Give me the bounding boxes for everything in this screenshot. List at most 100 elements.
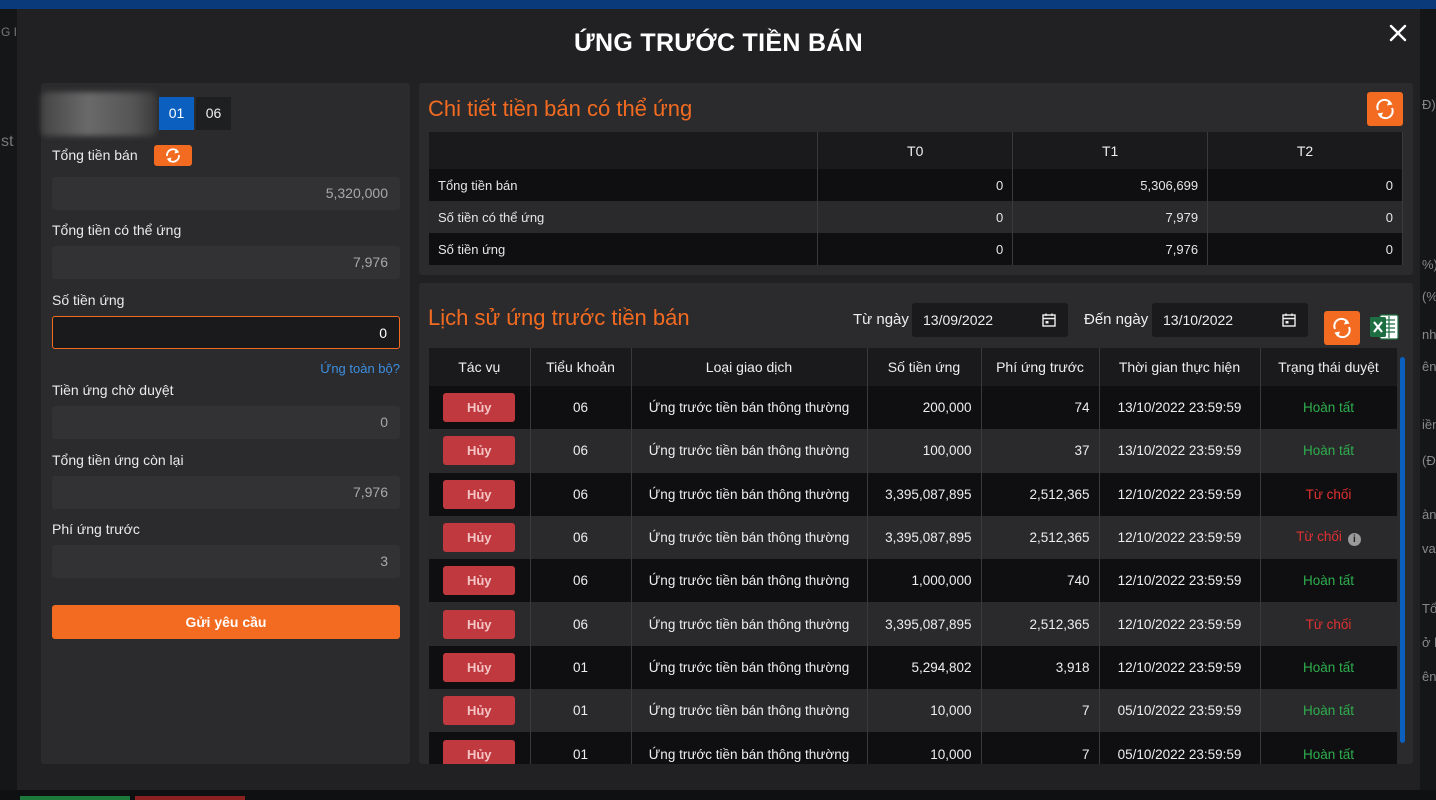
account-cell: 06 xyxy=(530,429,632,473)
cell-t1: 5,306,699 xyxy=(1012,169,1209,201)
status-cell: Hoàn tất xyxy=(1260,732,1397,764)
pending-field: 0 xyxy=(52,406,400,439)
cell-t1: 7,976 xyxy=(1012,233,1209,265)
excel-export-icon[interactable] xyxy=(1369,312,1399,342)
detail-refresh-button[interactable] xyxy=(1367,92,1403,126)
account-name-blurred xyxy=(41,92,157,136)
from-date-input[interactable]: 13/09/2022 xyxy=(912,303,1068,337)
cell-t2: 0 xyxy=(1207,233,1403,265)
time-cell: 05/10/2022 23:59:59 xyxy=(1099,732,1261,764)
remaining-label: Tổng tiền ứng còn lại xyxy=(52,452,184,468)
background-text: (Đ xyxy=(1422,453,1436,468)
amount-cell: 5,294,802 xyxy=(867,645,982,690)
type-cell: Ứng trước tiền bán thông thường xyxy=(631,559,868,603)
time-cell: 13/10/2022 23:59:59 xyxy=(1099,429,1261,473)
account-cell: 06 xyxy=(530,515,632,560)
background-text: st xyxy=(1,133,14,150)
cell-t0: 0 xyxy=(817,233,1014,265)
account-cell: 06 xyxy=(530,472,632,516)
cancel-button[interactable]: Hủy xyxy=(443,566,516,596)
table-row: Hủy 06 Ứng trước tiền bán thông thường 100,… xyxy=(429,429,1397,473)
cancel-button[interactable]: Hủy xyxy=(443,652,516,682)
close-icon[interactable] xyxy=(1386,21,1410,45)
table-row: Tổng tiền bán 0 5,306,699 0 xyxy=(429,169,1403,201)
account-tab-06[interactable]: 06 xyxy=(196,97,231,130)
action-cell: Hủy xyxy=(429,386,531,430)
background-text: ên xyxy=(1422,359,1436,374)
to-date-input[interactable]: 13/10/2022 xyxy=(1152,303,1308,337)
type-cell: Ứng trước tiền bán thông thường xyxy=(631,386,868,430)
refresh-icon xyxy=(1333,317,1351,339)
action-cell: Hủy xyxy=(429,645,531,690)
background-text: ên xyxy=(1422,669,1436,684)
type-cell: Ứng trước tiền bán thông thường xyxy=(631,472,868,516)
account-cell: 06 xyxy=(530,559,632,603)
history-table-scroll[interactable]: Tác vụ Tiểu khoản Loại giao dịch Số tiền… xyxy=(429,348,1397,764)
amount-cell: 1,000,000 xyxy=(867,559,982,603)
advance-available-label: Tổng tiền có thể ứng xyxy=(52,222,182,238)
type-cell: Ứng trước tiền bán thông thường xyxy=(631,689,868,733)
account-cell: 06 xyxy=(530,386,632,430)
cancel-button[interactable]: Hủy xyxy=(443,523,516,553)
status-cell: Hoàn tất xyxy=(1260,386,1397,430)
cancel-button[interactable]: Hủy xyxy=(443,393,516,423)
status-badge: Hoàn tất xyxy=(1302,573,1355,589)
amount-cell: 10,000 xyxy=(867,689,982,733)
action-cell: Hủy xyxy=(429,732,531,764)
to-date-label: Đến ngày xyxy=(1084,311,1149,328)
refresh-icon[interactable] xyxy=(154,145,192,166)
background-text: Đ) xyxy=(1422,97,1436,112)
status-cell: Từ chối xyxy=(1260,472,1397,516)
history-refresh-button[interactable] xyxy=(1324,311,1360,345)
table-row: Hủy 01 Ứng trước tiền bán thông thường 10,0… xyxy=(429,689,1397,733)
background-left-edge: G I st xyxy=(0,9,17,800)
action-cell: Hủy xyxy=(429,559,531,603)
advance-amount-label: Số tiền ứng xyxy=(52,292,125,308)
advance-form-panel: 01 06 Tổng tiền bán 5,320,000 Tổng tiền … xyxy=(41,83,410,764)
time-cell: 05/10/2022 23:59:59 xyxy=(1099,689,1261,733)
background-text: G I xyxy=(1,25,18,39)
type-cell: Ứng trước tiền bán thông thường xyxy=(631,429,868,473)
advance-amount-input[interactable]: 0 xyxy=(52,316,400,349)
modal-title: ỨNG TRƯỚC TIỀN BÁN xyxy=(573,29,864,57)
column-header: Thời gian thực hiện xyxy=(1099,348,1261,386)
amount-cell: 200,000 xyxy=(867,386,982,430)
row-label: Số tiền có thể ứng xyxy=(429,201,819,233)
type-cell: Ứng trước tiền bán thông thường xyxy=(631,645,868,690)
background-text: iền xyxy=(1422,417,1436,432)
column-header: Loại giao dịch xyxy=(631,348,868,386)
table-row: Số tiền có thể ứng 0 7,979 0 xyxy=(429,201,1403,233)
row-label: Số tiền ứng xyxy=(429,233,819,265)
background-text: ở h xyxy=(1422,635,1436,650)
cancel-button[interactable]: Hủy xyxy=(443,739,516,764)
cell-t0: 0 xyxy=(817,169,1014,201)
submit-request-button[interactable]: Gửi yêu cầu xyxy=(52,605,400,639)
amount-cell: 3,395,087,895 xyxy=(867,472,982,516)
time-cell: 12/10/2022 23:59:59 xyxy=(1099,602,1261,646)
info-icon[interactable]: i xyxy=(1347,533,1361,547)
pending-label: Tiền ứng chờ duyệt xyxy=(52,382,174,398)
history-table: Tác vụ Tiểu khoản Loại giao dịch Số tiền… xyxy=(429,348,1397,764)
column-header: Tiểu khoản xyxy=(530,348,632,386)
status-badge: Hoàn tất xyxy=(1302,443,1355,459)
table-row: Hủy 01 Ứng trước tiền bán thông thường 5,29… xyxy=(429,645,1397,690)
fee-cell: 2,512,365 xyxy=(981,515,1100,560)
account-tab-01[interactable]: 01 xyxy=(159,97,194,130)
cancel-button[interactable]: Hủy xyxy=(443,436,516,466)
action-cell: Hủy xyxy=(429,689,531,733)
fee-cell: 2,512,365 xyxy=(981,602,1100,646)
type-cell: Ứng trước tiền bán thông thường xyxy=(631,515,868,560)
account-cell: 01 xyxy=(530,645,632,690)
cancel-button[interactable]: Hủy xyxy=(443,479,516,509)
background-text: va xyxy=(1422,541,1436,556)
history-scrollbar[interactable] xyxy=(1400,357,1405,743)
column-header: Trạng thái duyệt xyxy=(1260,348,1397,386)
advance-all-link[interactable]: Ứng toàn bộ? xyxy=(281,361,400,376)
column-header: T1 xyxy=(1012,132,1209,169)
cancel-button[interactable]: Hủy xyxy=(443,609,516,639)
calendar-icon xyxy=(1042,313,1056,327)
cancel-button[interactable]: Hủy xyxy=(443,696,516,726)
calendar-icon xyxy=(1282,313,1296,327)
column-header xyxy=(429,132,819,169)
status-badge: Từ chối xyxy=(1305,486,1352,502)
